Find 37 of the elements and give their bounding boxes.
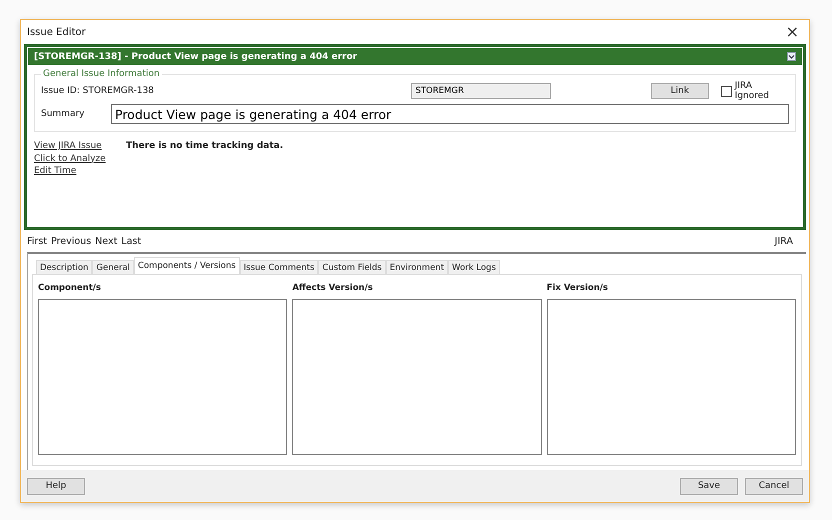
- time-tracking-text: There is no time tracking data.: [126, 141, 284, 153]
- navigation-link[interactable]: Previous: [51, 236, 92, 246]
- summary-field[interactable]: Product View page is generating a 404 error: [111, 104, 789, 124]
- list-label: Component/s: [38, 283, 102, 293]
- navigation-link[interactable]: First: [27, 236, 47, 246]
- list-label: Fix Version/s: [546, 283, 609, 293]
- list-box[interactable]: [292, 299, 542, 455]
- tab[interactable]: Issue Comments: [240, 260, 318, 274]
- tab[interactable]: Custom Fields: [318, 260, 386, 274]
- tab[interactable]: Components / Versions: [134, 257, 240, 274]
- list-box[interactable]: [546, 299, 796, 455]
- tab[interactable]: Work Logs: [448, 260, 500, 274]
- tab[interactable]: General: [92, 260, 134, 274]
- group-legend: General Issue Information: [41, 69, 162, 79]
- window-title: Issue Editor: [27, 26, 86, 38]
- save-button[interactable]: Save: [680, 478, 738, 494]
- summary-label: Summary: [41, 109, 86, 119]
- close-button[interactable]: ×: [782, 24, 803, 40]
- collapse-icon[interactable]: [787, 52, 796, 61]
- help-button[interactable]: Help: [27, 478, 85, 494]
- cancel-button[interactable]: Cancel: [745, 478, 803, 494]
- navigation-link[interactable]: Last: [121, 236, 142, 246]
- list-label: Affects Version/s: [292, 283, 374, 293]
- action-link[interactable]: View JIRA Issue: [34, 140, 126, 152]
- tab[interactable]: Environment: [386, 260, 448, 274]
- issue-id-label: Issue ID: STOREMGR-138: [41, 86, 155, 96]
- checkbox-label: JIRA Ignored: [734, 81, 770, 101]
- jira-ignored-checkbox[interactable]: [720, 86, 732, 96]
- project-field[interactable]: STOREMGR: [411, 83, 551, 99]
- list-box[interactable]: [38, 299, 288, 455]
- link-button[interactable]: Link: [650, 83, 709, 99]
- source-label: JIRA: [774, 236, 793, 246]
- action-link[interactable]: Click to Analyze: [34, 152, 126, 165]
- issue-title: [STOREMGR-138] - Product View page is generating a 404 error: [34, 52, 358, 62]
- navigation-link[interactable]: Next: [95, 236, 118, 246]
- tab[interactable]: Description: [36, 260, 92, 274]
- action-link[interactable]: Edit Time: [34, 165, 126, 178]
